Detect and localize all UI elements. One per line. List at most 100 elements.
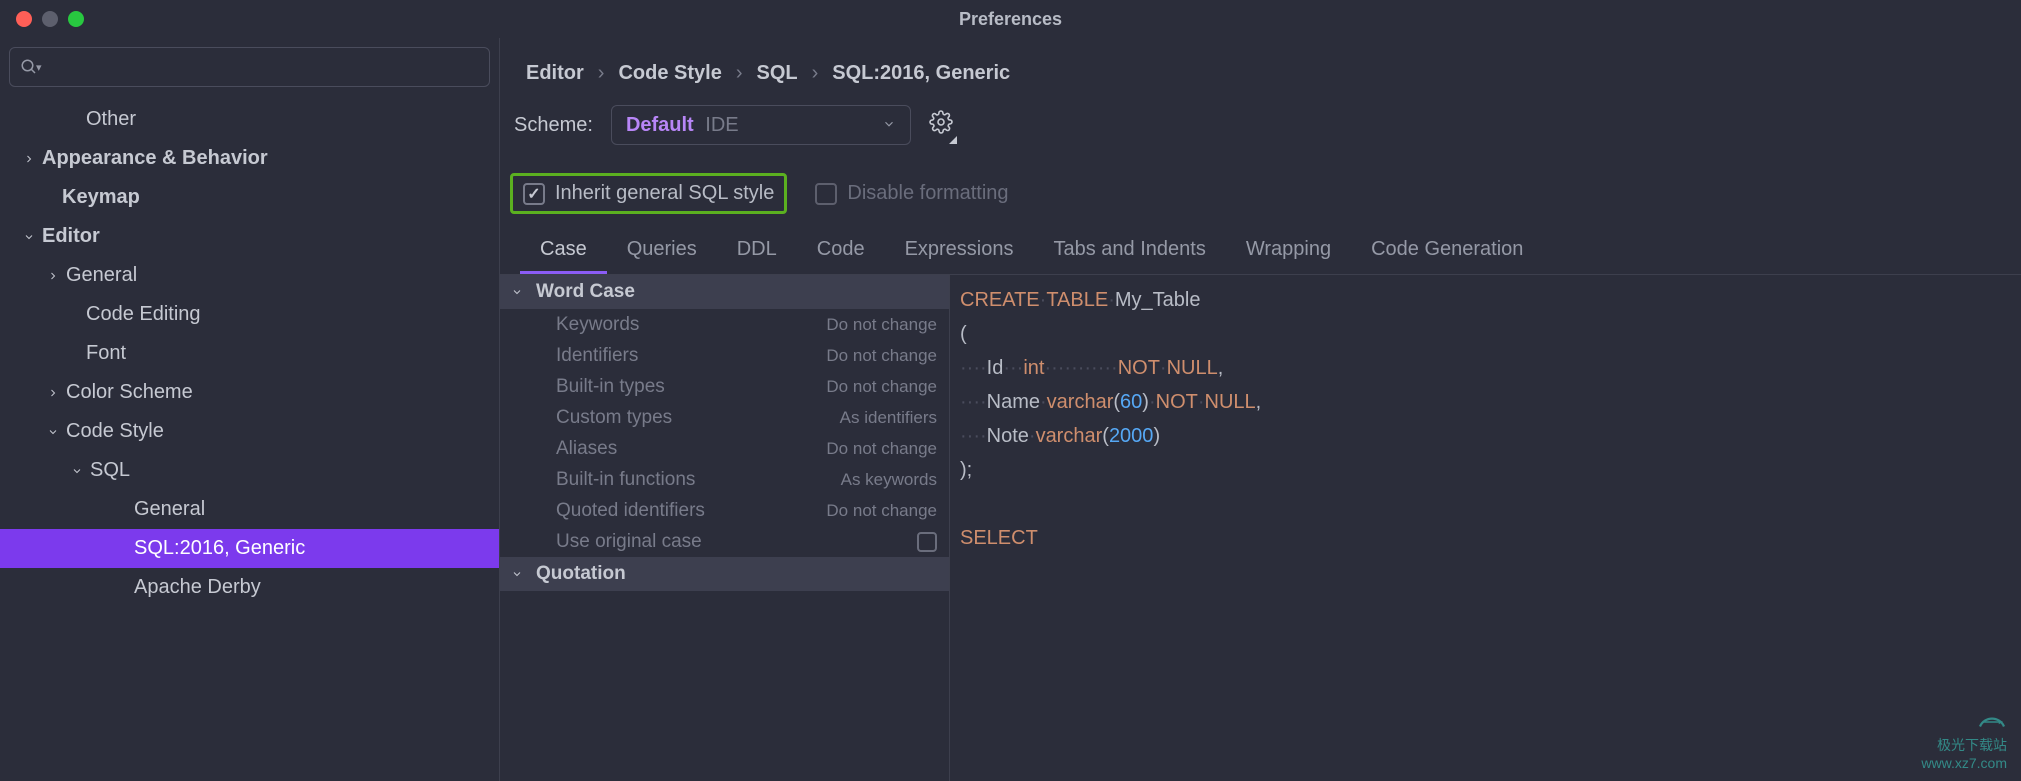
tree-item-color-scheme[interactable]: Color Scheme xyxy=(0,373,499,412)
tree-item-other[interactable]: Other xyxy=(0,100,499,139)
sidebar: ▾ Other Appearance & Behavior Keymap Editor… xyxy=(0,38,500,781)
setting-value: Do not change xyxy=(826,346,937,366)
tab-code[interactable]: Code xyxy=(797,228,885,274)
tree-item-general[interactable]: General xyxy=(0,256,499,295)
chevron-right-icon xyxy=(22,153,36,165)
window-close-button[interactable] xyxy=(16,11,32,27)
scheme-name: Default xyxy=(626,114,694,136)
chevron-right-icon xyxy=(46,270,60,282)
window-title: Preferences xyxy=(16,9,2005,30)
search-input-wrap[interactable]: ▾ xyxy=(9,47,490,87)
section-title: Word Case xyxy=(536,281,635,303)
chevron-right-icon xyxy=(46,387,60,399)
breadcrumb-item[interactable]: Code Style xyxy=(618,62,721,85)
tabs: CaseQueriesDDLCodeExpressionsTabs and In… xyxy=(500,228,2021,275)
window-maximize-button[interactable] xyxy=(68,11,84,27)
setting-value: Do not change xyxy=(826,315,937,335)
setting-label: Aliases xyxy=(556,438,617,460)
tree-item-label: SQL xyxy=(90,459,130,482)
tree-item-sql-2016-generic[interactable]: SQL:2016, Generic xyxy=(0,529,499,568)
disable-checkbox[interactable] xyxy=(815,183,837,205)
breadcrumb-item[interactable]: SQL:2016, Generic xyxy=(832,62,1010,85)
gear-icon[interactable] xyxy=(929,110,953,140)
code-preview: CREATE·TABLE·My_Table(····Id···int······… xyxy=(950,275,2021,781)
tree-item-apache-derby[interactable]: Apache Derby xyxy=(0,568,499,607)
setting-value: As identifiers xyxy=(840,408,937,428)
inherit-label: Inherit general SQL style xyxy=(555,182,774,205)
tab-wrapping[interactable]: Wrapping xyxy=(1226,228,1351,274)
tree-item-label: Color Scheme xyxy=(66,381,193,404)
breadcrumb-separator: › xyxy=(598,62,605,85)
section-quotation[interactable]: Quotation xyxy=(500,557,949,591)
breadcrumb-item[interactable]: SQL xyxy=(756,62,797,85)
breadcrumb-separator: › xyxy=(736,62,743,85)
setting-keywords[interactable]: Keywords Do not change xyxy=(500,309,949,340)
setting-custom-types[interactable]: Custom types As identifiers xyxy=(500,402,949,433)
setting-value: Do not change xyxy=(826,439,937,459)
tree-item-editor[interactable]: Editor xyxy=(0,217,499,256)
breadcrumb-separator: › xyxy=(812,62,819,85)
setting-built-in-functions[interactable]: Built-in functions As keywords xyxy=(500,464,949,495)
tree-item-code-editing[interactable]: Code Editing xyxy=(0,295,499,334)
search-dropdown-icon[interactable]: ▾ xyxy=(36,61,42,74)
tab-queries[interactable]: Queries xyxy=(607,228,717,274)
checkbox[interactable] xyxy=(917,532,937,552)
tree-item-label: Other xyxy=(86,108,136,131)
tree-item-label: Apache Derby xyxy=(134,576,261,599)
chevron-down-icon xyxy=(70,465,84,477)
setting-label: Custom types xyxy=(556,407,672,429)
setting-value: Do not change xyxy=(826,501,937,521)
window-minimize-button[interactable] xyxy=(42,11,58,27)
inherit-checkbox[interactable] xyxy=(523,183,545,205)
tree-item-code-style[interactable]: Code Style xyxy=(0,412,499,451)
setting-quoted-identifiers[interactable]: Quoted identifiers Do not change xyxy=(500,495,949,526)
scheme-select[interactable]: Default IDE xyxy=(611,105,911,145)
tree-item-label: Keymap xyxy=(62,186,140,209)
setting-label: Built-in types xyxy=(556,376,665,398)
tree-item-keymap[interactable]: Keymap xyxy=(0,178,499,217)
tab-tabs-and-indents[interactable]: Tabs and Indents xyxy=(1034,228,1226,274)
chevron-down-icon xyxy=(22,231,36,243)
tree-item-sql[interactable]: SQL xyxy=(0,451,499,490)
setting-label: Use original case xyxy=(556,531,702,553)
tree-item-label: Code Style xyxy=(66,420,164,443)
setting-value: As keywords xyxy=(841,470,937,490)
setting-label: Keywords xyxy=(556,314,639,336)
tab-code-generation[interactable]: Code Generation xyxy=(1351,228,1543,274)
setting-value: Do not change xyxy=(826,377,937,397)
section-word-case[interactable]: Word Case xyxy=(500,275,949,309)
breadcrumb-item[interactable]: Editor xyxy=(526,62,584,85)
setting-label: Quoted identifiers xyxy=(556,500,705,522)
tree-item-label: SQL:2016, Generic xyxy=(134,537,305,560)
setting-label: Built-in functions xyxy=(556,469,695,491)
setting-built-in-types[interactable]: Built-in types Do not change xyxy=(500,371,949,402)
tab-case[interactable]: Case xyxy=(520,228,607,274)
watermark: 极光下载站 www.xz7.com xyxy=(1921,712,2007,771)
disable-label: Disable formatting xyxy=(847,182,1008,205)
inherit-sql-style-checkbox-group[interactable]: Inherit general SQL style xyxy=(510,173,787,214)
breadcrumb: Editor › Code Style › SQL › SQL:2016, Generic xyxy=(500,38,2021,97)
main-panel: Editor›Code Style›SQL›SQL:2016, Generic … xyxy=(500,38,2021,781)
chevron-down-icon xyxy=(510,286,524,298)
setting-aliases[interactable]: Aliases Do not change xyxy=(500,433,949,464)
tree-item-label: Font xyxy=(86,342,126,365)
settings-tree: Other Appearance & Behavior Keymap Editor Ge… xyxy=(0,96,499,781)
scheme-scope: IDE xyxy=(705,114,738,136)
chevron-down-icon xyxy=(46,426,60,438)
tree-item-label: Editor xyxy=(42,225,100,248)
tree-item-font[interactable]: Font xyxy=(0,334,499,373)
disable-formatting-checkbox-group[interactable]: Disable formatting xyxy=(805,176,1018,211)
chevron-down-icon xyxy=(882,114,896,137)
search-input[interactable] xyxy=(50,57,479,77)
settings-pane: Word CaseKeywordsDo not changeIdentifier… xyxy=(500,275,950,781)
tab-expressions[interactable]: Expressions xyxy=(885,228,1034,274)
setting-identifiers[interactable]: IdentifiersDo not change xyxy=(500,340,949,371)
tab-ddl[interactable]: DDL xyxy=(717,228,797,274)
scheme-label: Scheme: xyxy=(514,114,593,137)
chevron-down-icon xyxy=(510,568,524,580)
titlebar: Preferences xyxy=(0,0,2021,38)
tree-item-label: General xyxy=(66,264,137,287)
tree-item-appearance-behavior[interactable]: Appearance & Behavior xyxy=(0,139,499,178)
tree-item-general[interactable]: General xyxy=(0,490,499,529)
setting-use-original-case[interactable]: Use original case xyxy=(500,526,949,557)
